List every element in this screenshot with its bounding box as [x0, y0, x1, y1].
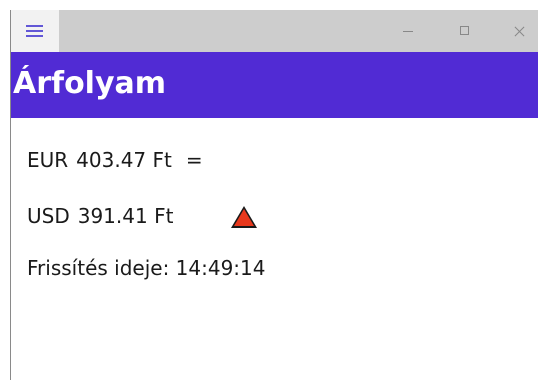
maximize-icon[interactable] [441, 10, 487, 52]
minimize-icon[interactable] [384, 10, 430, 52]
hamburger-line [26, 25, 43, 27]
currency-code: USD [27, 204, 70, 228]
refresh-time: 14:49:14 [175, 256, 266, 280]
refresh-label: Frissítés ideje: [27, 256, 170, 280]
rate-row-eur: EUR 403.47 Ft = [27, 146, 203, 174]
rate-row-usd: USD 391.41 Ft [27, 202, 173, 230]
hamburger-line [26, 35, 43, 37]
close-icon[interactable] [495, 10, 538, 52]
rate-unit: Ft [154, 204, 174, 228]
title-bar[interactable] [11, 10, 538, 52]
hamburger-line [26, 30, 43, 32]
app-window: Árfolyam EUR 403.47 Ft = USD 391.41 Ft Fris… [10, 10, 538, 380]
rate-value: 391.41 [77, 204, 148, 228]
trend-equal-sign: = [185, 148, 203, 172]
hamburger-menu-icon[interactable] [11, 10, 59, 52]
rate-unit: Ft [152, 148, 172, 172]
rate-value: 403.47 [76, 148, 147, 172]
currency-code: EUR [27, 148, 69, 172]
page-header: Árfolyam [11, 52, 538, 118]
refresh-time-row: Frissítés ideje: 14:49:14 [27, 254, 266, 282]
page-title: Árfolyam [13, 66, 167, 101]
triangle-up-icon [231, 206, 257, 228]
